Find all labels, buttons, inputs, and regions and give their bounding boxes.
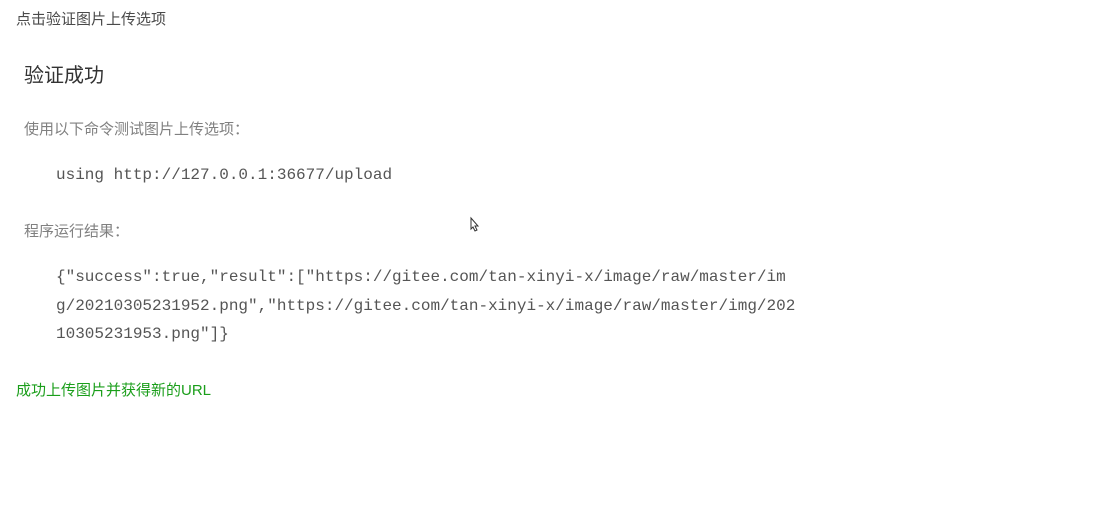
- result-output-code: {"success":true,"result":["https://gitee…: [24, 263, 804, 349]
- test-command-label: 使用以下命令测试图片上传选项：: [24, 118, 1091, 139]
- success-message: 成功上传图片并获得新的URL: [16, 379, 1091, 400]
- intro-text: 点击验证图片上传选项: [16, 8, 1091, 29]
- content-section: 验证成功 使用以下命令测试图片上传选项： using http://127.0.…: [16, 59, 1091, 349]
- test-command-code: using http://127.0.0.1:36677/upload: [24, 161, 804, 190]
- result-label: 程序运行结果：: [24, 220, 1091, 241]
- success-heading: 验证成功: [24, 59, 1091, 88]
